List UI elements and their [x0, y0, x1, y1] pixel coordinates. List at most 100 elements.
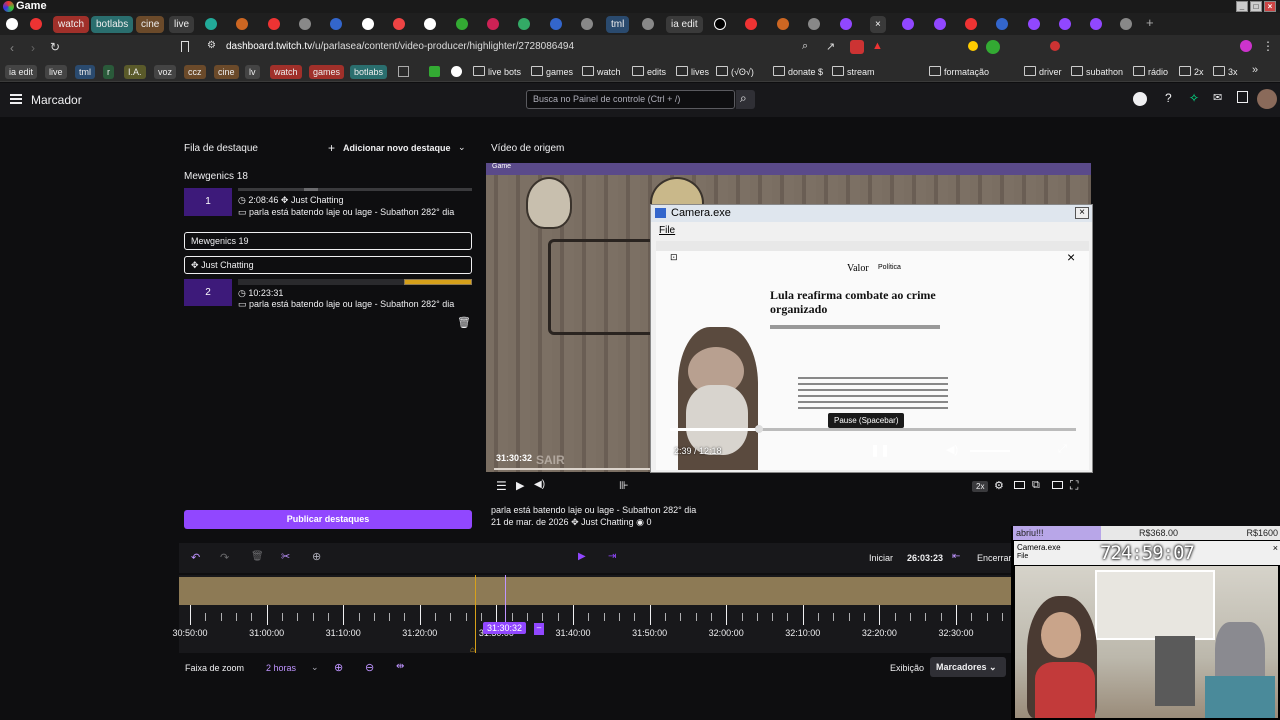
tab-favicon-icon[interactable]	[424, 18, 436, 30]
bookmark-tag[interactable]: ccz	[184, 65, 206, 79]
video-progress[interactable]	[494, 468, 654, 470]
extension-icon[interactable]	[850, 40, 864, 54]
back-icon[interactable]: ‹	[10, 41, 14, 55]
playback-speed-badge[interactable]: 2x	[972, 481, 989, 492]
add-marker-icon[interactable]: ⊕	[312, 550, 321, 563]
tab-favicon-icon[interactable]	[996, 18, 1008, 30]
camera-video-progress-knob[interactable]	[755, 425, 764, 433]
volume-icon[interactable]: ◀)	[534, 479, 545, 490]
tab-favicon-icon[interactable]	[840, 18, 852, 30]
fullscreen-icon[interactable]: ⛶	[1070, 478, 1078, 493]
bookmark-folder[interactable]: games	[531, 65, 573, 79]
bookmark-tag[interactable]: ia edit	[5, 65, 38, 79]
avatar[interactable]	[1257, 89, 1277, 109]
reload-icon[interactable]: ↻	[50, 40, 60, 54]
bookmark-tag[interactable]: voz	[154, 65, 177, 79]
bookmark-folder[interactable]: edits	[632, 65, 666, 79]
tab-favicon-icon[interactable]	[299, 18, 311, 30]
start-marker-icon[interactable]: ⌂	[470, 645, 475, 654]
url-field[interactable]: dashboard.twitch.tv/u/parlasea/content/v…	[226, 41, 574, 52]
tab-favicon-icon[interactable]	[362, 18, 374, 30]
hamburger-menu-icon[interactable]	[10, 94, 22, 104]
close-window-button[interactable]: ×	[1264, 1, 1276, 12]
theatre-mode-icon[interactable]	[1014, 481, 1025, 489]
minimize-button[interactable]: _	[1236, 1, 1248, 12]
tab-favicon-icon[interactable]	[456, 18, 468, 30]
fit-timeline-icon[interactable]: ⇹	[396, 661, 404, 672]
add-highlight-button[interactable]: + Adicionar novo destaque ⌄	[323, 139, 472, 157]
bookmark-folder[interactable]: lives	[676, 65, 709, 79]
tab-favicon-icon[interactable]	[268, 18, 280, 30]
tab-favicon-icon[interactable]	[714, 18, 726, 30]
tab-favicon-icon[interactable]	[205, 18, 217, 30]
tab-favicon-icon[interactable]	[745, 18, 757, 30]
camera-video[interactable]: ⊡ Valor Política × Lula reafirma combate…	[656, 241, 1089, 470]
tab-favicon-icon[interactable]	[934, 18, 946, 30]
bookmark-tag[interactable]: botlabs	[350, 65, 388, 79]
tab-tml[interactable]: tml	[606, 16, 630, 33]
audio-wave-icon[interactable]: ⊪	[619, 479, 629, 492]
delete-icon[interactable]: 🗑	[251, 551, 264, 562]
bookmark-folder[interactable]: stream	[832, 65, 875, 79]
bookmark-folder[interactable]: (√ʘ√)	[716, 65, 754, 79]
bookmark-tag[interactable]: I.A.	[124, 65, 146, 79]
tab-favicon-icon[interactable]	[1028, 18, 1040, 30]
tab-favicon-icon[interactable]	[1059, 18, 1071, 30]
camera-video-progress[interactable]	[670, 425, 1076, 433]
highlight-start-line[interactable]	[475, 575, 476, 653]
bookmark-tag[interactable]: tml	[75, 65, 95, 79]
share-icon[interactable]: ↗	[826, 40, 835, 53]
tab-cine[interactable]: cine	[136, 16, 165, 33]
bookmark-tag[interactable]: games	[309, 65, 345, 79]
chevron-down-icon[interactable]: ⌄	[311, 662, 319, 673]
tab-botlabs[interactable]: botlabs	[91, 16, 134, 33]
whispers-icon[interactable]	[1237, 91, 1248, 103]
delete-icon[interactable]: 🗑	[457, 316, 471, 329]
markers-select[interactable]: Marcadores ⌄	[930, 657, 1006, 677]
bookmark-icon[interactable]	[181, 41, 189, 52]
notifications-icon[interactable]	[1133, 92, 1147, 106]
zoom-icon[interactable]: ⌕	[802, 40, 808, 53]
tab-watch[interactable]: watch	[53, 16, 90, 33]
close-icon[interactable]: ×	[1075, 207, 1089, 219]
tab-favicon-icon[interactable]	[393, 18, 405, 30]
play-icon[interactable]: ▶	[516, 479, 524, 492]
tab-favicon-icon[interactable]	[1090, 18, 1102, 30]
camera-file-menu[interactable]: File	[659, 225, 675, 236]
settings-gear-icon[interactable]: ⚙	[994, 479, 1004, 492]
extension-icon[interactable]	[1050, 41, 1060, 51]
set-start-icon[interactable]: ⇤	[952, 551, 960, 562]
bookmark-tag[interactable]: watch	[270, 65, 302, 79]
search-button[interactable]: ⌕	[736, 90, 755, 109]
clip-icon[interactable]: ⧉	[1032, 479, 1040, 492]
publish-highlights-button[interactable]: Publicar destaques	[184, 510, 472, 529]
volume-slider[interactable]	[970, 450, 1010, 452]
bookmark-folder[interactable]: 2x	[1179, 65, 1204, 79]
tab-favicon-icon[interactable]	[902, 18, 914, 30]
chapters-icon[interactable]: ☰	[496, 479, 507, 493]
extension-icon[interactable]	[986, 40, 1000, 54]
chevron-down-icon[interactable]: ⌄	[458, 142, 466, 153]
bookmark-folder[interactable]: subathon	[1071, 65, 1123, 79]
search-input[interactable]: Busca no Painel de controle (Ctrl + /)	[526, 90, 735, 109]
extension-icon[interactable]	[968, 41, 978, 51]
tab-favicon-icon[interactable]	[330, 18, 342, 30]
tab-favicon-icon[interactable]	[487, 18, 499, 30]
tab-live[interactable]: live	[169, 16, 195, 33]
help-icon[interactable]: ?	[1165, 91, 1172, 105]
tab-favicon-icon[interactable]	[808, 18, 820, 30]
bookmark-folder[interactable]: driver	[1024, 65, 1062, 79]
playhead-line[interactable]	[505, 575, 506, 623]
bookmark-tag[interactable]: lv	[245, 65, 260, 79]
tab-favicon-icon[interactable]	[581, 18, 593, 30]
bookmark-folder[interactable]: 3x	[1213, 65, 1238, 79]
highlight-category-input[interactable]: ✥ Just Chatting	[184, 256, 472, 274]
highlight-title-input[interactable]: Mewgenics 19	[184, 232, 472, 250]
bookmark-folder[interactable]: formatação	[929, 65, 989, 79]
redo-icon[interactable]: ↷	[220, 551, 229, 564]
inbox-icon[interactable]: ✉	[1213, 91, 1222, 104]
power-ups-icon[interactable]: ✧	[1189, 91, 1199, 105]
playhead-handle-icon[interactable]: –	[534, 623, 544, 635]
tab-favicon-icon[interactable]	[1120, 18, 1132, 30]
scissors-icon[interactable]: ✂	[281, 550, 290, 563]
